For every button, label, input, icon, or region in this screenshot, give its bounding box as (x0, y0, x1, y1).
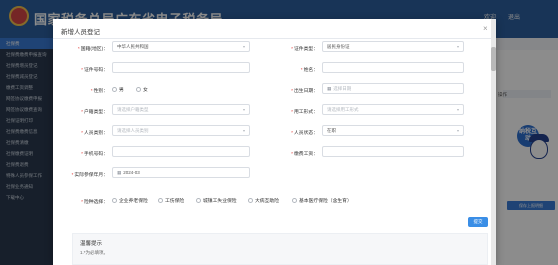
start-month-picker[interactable]: ▦ 2024-03 (112, 167, 250, 178)
insurance-option-medical[interactable]: 基本医疗保险（含生育） (292, 197, 352, 204)
radio-icon (136, 87, 141, 93)
person-category-select[interactable]: 请选择人员类别 ▾ (112, 125, 250, 136)
salary-label: *缴费工资： (291, 152, 318, 157)
country-label: *国籍(地区)： (77, 47, 108, 52)
hukou-type-label: *户籍类型： (81, 110, 108, 115)
start-month-label: *实际参保年月： (71, 173, 108, 178)
insurance-option-pension[interactable]: 企业养老保险 (112, 197, 148, 204)
chevron-down-icon: ▾ (242, 107, 245, 112)
insurance-option-injury[interactable]: 工伤保险 (158, 197, 184, 204)
chevron-down-icon: ▾ (456, 128, 459, 133)
tips-title: 温馨提示 (80, 241, 103, 247)
employment-form-label: *用工形式： (291, 110, 318, 115)
close-icon[interactable]: × (483, 25, 488, 33)
insurance-label: *险种选择： (81, 200, 108, 205)
person-status-select[interactable]: 在职 ▾ (322, 125, 464, 136)
chevron-down-icon: ▾ (456, 44, 459, 49)
id-number-input[interactable] (112, 62, 250, 73)
person-status-label: *人员状态： (291, 131, 318, 136)
calendar-icon: ▦ (327, 86, 332, 91)
birth-date-label: *出生日期： (291, 89, 318, 94)
gender-radio-female[interactable]: 女 (136, 86, 148, 93)
dialog-title: 新增人员登记 (61, 29, 100, 36)
checkbox-icon (196, 198, 201, 204)
dialog-divider (53, 38, 496, 39)
name-input[interactable] (322, 62, 464, 73)
insurance-option-critical-illness[interactable]: 大病互助险 (248, 197, 279, 204)
id-type-label: *证件类型： (291, 47, 318, 52)
mobile-input[interactable] (112, 146, 250, 157)
person-category-label: *人员类别： (81, 131, 108, 136)
add-person-dialog: 新增人员登记 × (53, 19, 496, 265)
insurance-option-unemployment[interactable]: 城镇工失业保险 (196, 197, 237, 204)
calendar-icon: ▦ (117, 170, 122, 175)
checkbox-icon (248, 198, 253, 204)
hukou-type-select[interactable]: 请选择户籍类型 ▾ (112, 104, 250, 115)
submit-button[interactable]: 提交 (468, 217, 488, 227)
birth-date-picker[interactable]: ▦ 选择日期 (322, 83, 464, 94)
gender-label: *性别： (90, 89, 108, 94)
chevron-down-icon: ▾ (242, 128, 245, 133)
id-number-label: *证件号码： (81, 68, 108, 73)
id-type-select[interactable]: 居民身份证 ▾ (322, 41, 464, 52)
name-label: *姓名： (300, 68, 318, 73)
tips-panel (72, 233, 488, 265)
checkbox-icon (112, 198, 117, 204)
chevron-down-icon: ▾ (456, 107, 459, 112)
tips-text: 1.*为必填项。 (80, 250, 109, 255)
checkbox-icon (158, 198, 163, 204)
country-select[interactable]: 中华人民共和国 ▾ (112, 41, 250, 52)
chevron-down-icon: ▾ (242, 44, 245, 49)
radio-icon (112, 87, 117, 93)
scrollbar-thumb[interactable] (491, 47, 496, 71)
employment-form-select[interactable]: 请选择用工形式 ▾ (322, 104, 464, 115)
gender-radio-male[interactable]: 男 (112, 86, 124, 93)
salary-input[interactable] (322, 146, 464, 157)
mobile-label: *手机号码： (81, 152, 108, 157)
checkbox-icon (292, 198, 297, 204)
